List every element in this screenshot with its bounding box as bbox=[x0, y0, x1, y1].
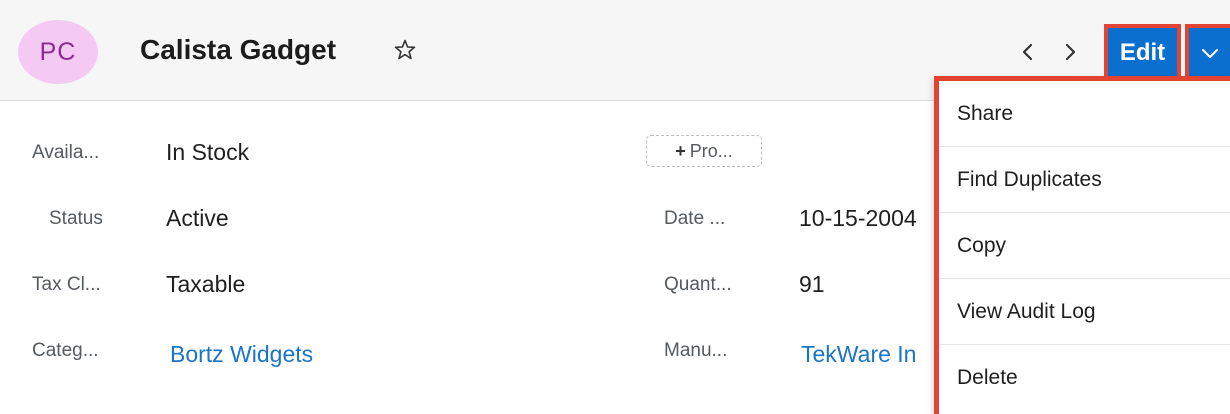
field-value-quantity[interactable]: 91 bbox=[799, 271, 825, 298]
add-field-label: Pro... bbox=[689, 140, 733, 161]
avatar: PC bbox=[18, 20, 98, 84]
field-label-category: Categ... bbox=[32, 340, 99, 361]
field-label-availability: Availa... bbox=[32, 142, 100, 163]
actions-dropdown-menu: Share Find Duplicates Copy View Audit Lo… bbox=[934, 76, 1230, 414]
field-value-category-link[interactable]: Bortz Widgets bbox=[170, 341, 313, 368]
field-value-availability[interactable]: In Stock bbox=[166, 139, 249, 166]
field-value-status[interactable]: Active bbox=[166, 205, 229, 232]
field-value-date[interactable]: 10-15-2004 bbox=[799, 205, 917, 232]
field-label-status: Status bbox=[49, 208, 103, 229]
field-label-date: Date ... bbox=[664, 208, 726, 229]
field-label-manufacturer: Manu... bbox=[664, 340, 728, 361]
avatar-initials: PC bbox=[39, 37, 77, 66]
field-label-quantity: Quant... bbox=[664, 274, 732, 295]
page-title: Calista Gadget bbox=[140, 34, 337, 65]
menu-item-share[interactable]: Share bbox=[939, 81, 1230, 147]
menu-item-view-audit-log[interactable]: View Audit Log bbox=[939, 279, 1230, 345]
field-value-manufacturer-link[interactable]: TekWare In bbox=[801, 341, 916, 368]
add-field-button[interactable]: + Pro... bbox=[646, 135, 762, 167]
edit-button[interactable]: Edit bbox=[1104, 24, 1181, 81]
menu-item-delete[interactable]: Delete bbox=[939, 345, 1230, 411]
menu-item-find-duplicates[interactable]: Find Duplicates bbox=[939, 147, 1230, 213]
menu-item-copy[interactable]: Copy bbox=[939, 213, 1230, 279]
field-value-tax-class[interactable]: Taxable bbox=[166, 271, 245, 298]
star-icon[interactable] bbox=[393, 38, 417, 62]
actions-dropdown-button[interactable] bbox=[1185, 24, 1230, 81]
plus-icon: + bbox=[675, 140, 686, 161]
chevron-left-icon[interactable] bbox=[1017, 41, 1039, 63]
chevron-right-icon[interactable] bbox=[1059, 41, 1081, 63]
chevron-down-icon bbox=[1201, 48, 1218, 58]
field-label-tax-class: Tax Cl... bbox=[32, 274, 101, 295]
